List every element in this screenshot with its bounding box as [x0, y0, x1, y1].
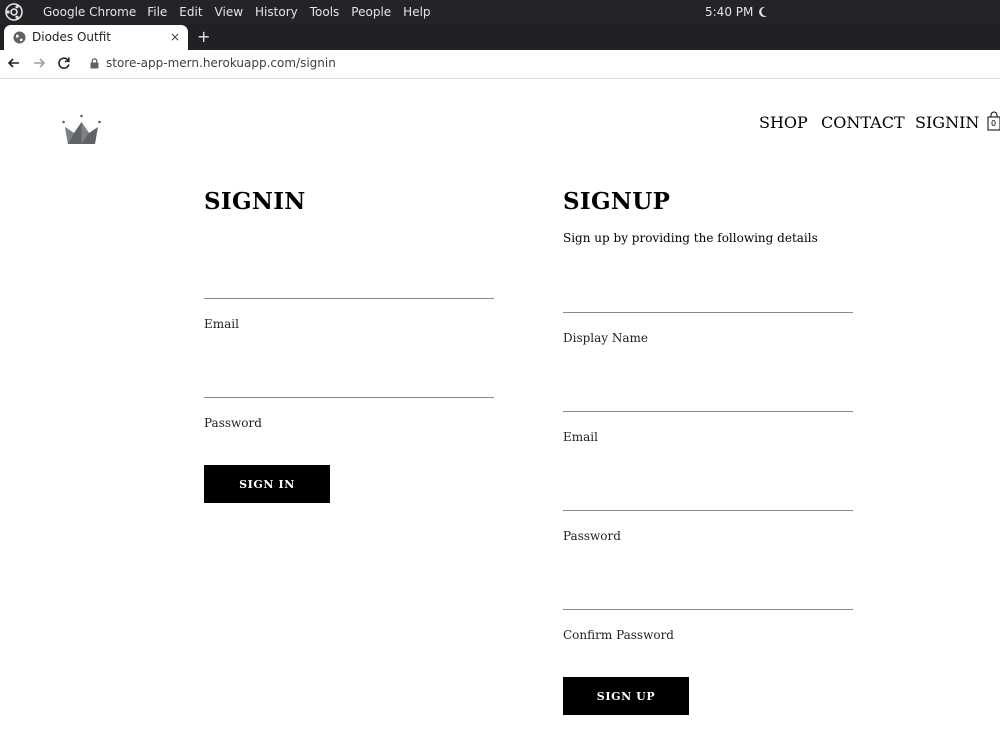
- menu-tools[interactable]: Tools: [310, 5, 340, 19]
- menu-history[interactable]: History: [255, 5, 298, 19]
- nav-signin-link[interactable]: SIGNIN: [915, 113, 979, 132]
- reload-icon[interactable]: [56, 55, 72, 71]
- system-clock[interactable]: 5:40 PM: [705, 0, 768, 24]
- signin-password-label: Password: [204, 416, 262, 430]
- os-menu-bar: Google Chrome File Edit View History Too…: [43, 0, 443, 24]
- nav-shop-link[interactable]: SHOP: [759, 113, 808, 132]
- url-input[interactable]: store-app-mern.herokuapp.com/signin: [106, 56, 336, 70]
- menu-edit[interactable]: Edit: [179, 5, 202, 19]
- sign-in-button[interactable]: SIGN IN: [204, 465, 330, 503]
- tab-strip: Diodes Outfit ×: [0, 24, 1000, 50]
- tab-close-icon[interactable]: ×: [170, 30, 180, 44]
- back-arrow-icon[interactable]: [6, 55, 22, 71]
- clock-time: 5:40 PM: [705, 5, 754, 19]
- lock-icon[interactable]: [90, 58, 99, 69]
- cart-count: 0: [991, 119, 997, 128]
- app-name-menu[interactable]: Google Chrome: [43, 5, 136, 19]
- sign-up-button[interactable]: SIGN UP: [563, 677, 689, 715]
- ubuntu-logo-icon[interactable]: [5, 3, 23, 21]
- address-bar: store-app-mern.herokuapp.com/signin: [0, 50, 1000, 79]
- menu-file[interactable]: File: [147, 5, 167, 19]
- page-content: SHOP CONTACT SIGNIN 0 SIGNIN Email Passw…: [0, 80, 1000, 750]
- menu-people[interactable]: People: [351, 5, 391, 19]
- signup-title: SIGNUP: [563, 188, 671, 215]
- signup-password-input[interactable]: [563, 510, 853, 511]
- browser-tab[interactable]: Diodes Outfit ×: [4, 25, 188, 50]
- signup-subtitle: Sign up by providing the following detai…: [563, 231, 818, 245]
- shopping-bag-icon[interactable]: 0: [987, 111, 1000, 131]
- crown-logo-icon[interactable]: [61, 114, 102, 146]
- confirm-password-input[interactable]: [563, 609, 853, 610]
- signin-title: SIGNIN: [204, 188, 306, 215]
- forward-arrow-icon[interactable]: [31, 55, 47, 71]
- display-name-label: Display Name: [563, 331, 649, 345]
- confirm-password-label: Confirm Password: [563, 628, 674, 642]
- display-name-input[interactable]: [563, 312, 853, 313]
- night-mode-icon: [759, 6, 768, 17]
- os-top-bar: Google Chrome File Edit View History Too…: [0, 0, 1000, 24]
- new-tab-button[interactable]: +: [197, 26, 210, 48]
- tab-title: Diodes Outfit: [32, 30, 112, 44]
- signup-email-input[interactable]: [563, 411, 853, 412]
- menu-help[interactable]: Help: [403, 5, 430, 19]
- globe-icon: [13, 31, 26, 44]
- signin-password-input[interactable]: [204, 397, 494, 398]
- signin-email-input[interactable]: [204, 298, 494, 299]
- menu-view[interactable]: View: [215, 5, 243, 19]
- signin-email-label: Email: [204, 317, 239, 331]
- signup-email-label: Email: [563, 430, 598, 444]
- nav-contact-link[interactable]: CONTACT: [821, 113, 905, 132]
- signup-password-label: Password: [563, 529, 621, 543]
